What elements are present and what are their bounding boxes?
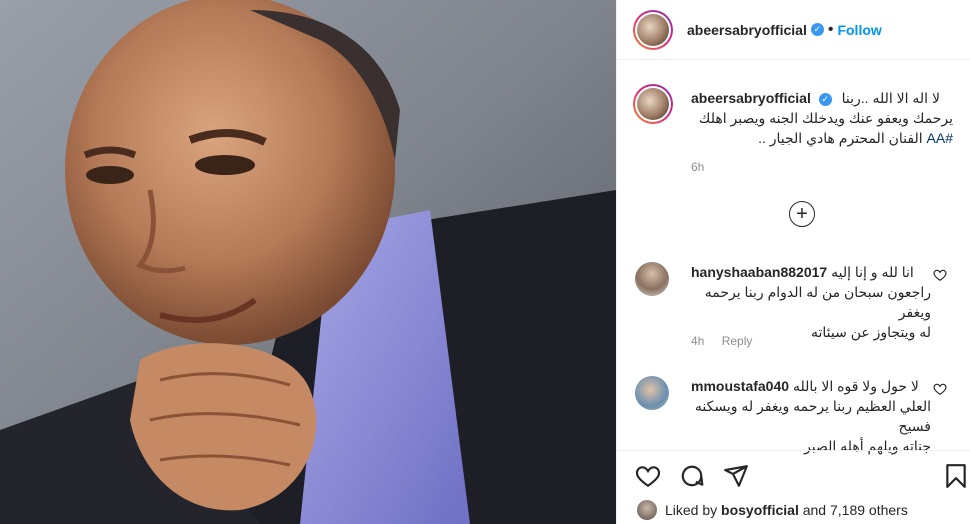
commenter-avatar[interactable] — [635, 262, 669, 296]
likes-prefix: Liked by — [665, 502, 718, 518]
comment-line: راجعون سبحان من له الدوام ربنا يرحمه ويغ… — [704, 284, 931, 320]
separator-dot: • — [827, 20, 834, 38]
caption-line-with-hashtag: #AA الفنان المحترم هادي الجيار .. — [691, 128, 953, 148]
comment-timestamp: 4h — [691, 334, 705, 348]
heart-icon[interactable] — [933, 382, 947, 396]
caption-timestamp: 6h — [691, 160, 705, 174]
likes-summary: Liked by bosyofficial and 7,189 others — [637, 500, 908, 520]
reply-button[interactable]: Reply — [722, 334, 753, 348]
commenter-avatar[interactable] — [635, 376, 669, 410]
share-icon[interactable] — [723, 463, 749, 489]
comment-icon[interactable] — [679, 463, 705, 489]
caption-line: الفنان المحترم هادي الجيار .. — [758, 130, 923, 146]
comment-text: hanyshaaban882017 انا لله و إنا إليه راج… — [691, 262, 931, 342]
hashtag-link[interactable]: #AA — [927, 130, 953, 146]
liker-username[interactable]: bosyofficial — [721, 502, 799, 518]
commenter-username[interactable]: mmoustafa040 — [691, 378, 789, 394]
portrait-illustration — [0, 0, 616, 524]
author-username[interactable]: abeersabryofficial — [687, 22, 807, 38]
comment-line: العلي العظيم ربنا يرحمه ويغفر له ويسكنه … — [694, 398, 931, 434]
bookmark-icon[interactable] — [943, 463, 969, 489]
likes-others[interactable]: and 7,189 others — [803, 502, 908, 518]
comment-meta: 4h Reply — [691, 334, 766, 348]
commenter-username[interactable]: hanyshaaban882017 — [691, 264, 827, 280]
follow-button[interactable]: Follow — [837, 22, 881, 38]
comment-text: mmoustafa040 لا حول ولا قوه الا بالله ال… — [691, 376, 931, 456]
action-bar — [617, 450, 970, 490]
caption-username[interactable]: abeersabryofficial — [691, 90, 811, 106]
verified-icon: ✓ — [818, 92, 832, 106]
verified-icon: ✓ — [810, 23, 824, 36]
caption-line: لا اله الا الله ..ربنا — [841, 90, 940, 106]
liker-avatar[interactable] — [637, 500, 657, 520]
comment-line: لا حول ولا قوه الا بالله — [792, 378, 919, 394]
post-header: abeersabryofficial ✓ • Follow — [617, 0, 970, 60]
heart-icon[interactable] — [635, 463, 661, 489]
caption-text: abeersabryofficial ✓ لا اله الا الله ..ر… — [691, 88, 953, 148]
comment-line: انا لله و إنا إليه — [831, 264, 914, 280]
post-panel: abeersabryofficial ✓ • Follow abeersabry… — [616, 0, 970, 524]
caption-avatar[interactable] — [633, 84, 673, 124]
heart-icon[interactable] — [933, 268, 947, 282]
plus-circle-icon[interactable]: + — [789, 201, 815, 227]
post-photo[interactable] — [0, 0, 616, 524]
caption-line: يرحمك ويعفو عنك ويدخلك الجنه ويصبر اهلك — [698, 110, 953, 126]
author-avatar[interactable] — [633, 9, 673, 50]
